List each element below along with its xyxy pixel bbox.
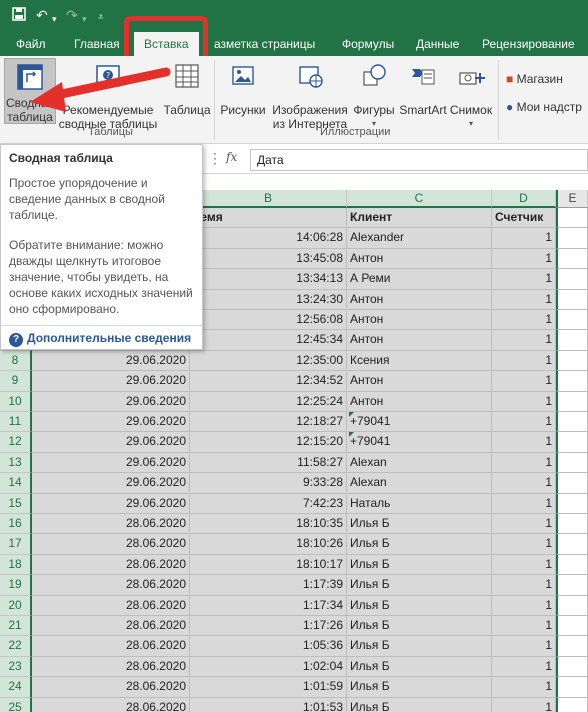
red-arrow-annotation: [30, 67, 171, 112]
